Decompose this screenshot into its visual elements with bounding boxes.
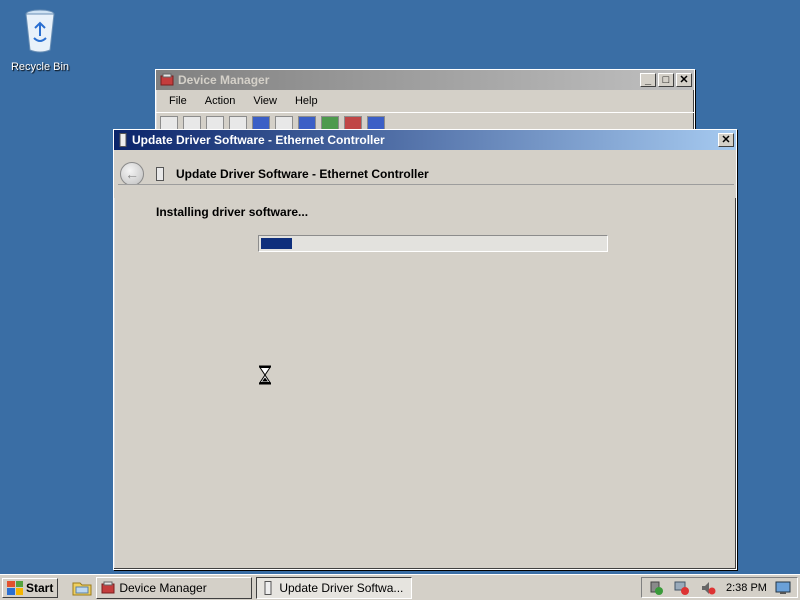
monitor-icon[interactable] — [775, 580, 791, 596]
device-manager-icon — [160, 73, 174, 86]
device-manager-titlebar[interactable]: Device Manager _ □ ✕ — [156, 70, 694, 90]
network-adapter-icon — [264, 580, 272, 595]
wizard-content: Installing driver software... — [118, 184, 734, 567]
device-manager-title: Device Manager — [178, 73, 270, 87]
network-adapter-icon — [119, 133, 127, 147]
network-adapter-icon — [156, 167, 164, 181]
taskbar-item-label: Device Manager — [119, 580, 207, 595]
taskbar-item-label: Update Driver Softwa... — [279, 580, 404, 595]
clock[interactable]: 2:38 PM — [726, 582, 767, 594]
hourglass-cursor-icon — [259, 365, 271, 385]
install-progress-bar — [258, 235, 608, 252]
start-button[interactable]: Start — [2, 577, 59, 598]
maximize-button[interactable]: □ — [658, 73, 674, 87]
menu-bar: File Action View Help — [156, 90, 694, 112]
system-tray: 2:38 PM — [641, 577, 798, 598]
taskbar-item-device-manager[interactable]: Device Manager — [96, 576, 253, 599]
device-manager-icon — [101, 581, 115, 593]
wizard-titlebar[interactable]: Update Driver Software - Ethernet Contro… — [114, 130, 736, 150]
start-label: Start — [26, 580, 54, 595]
close-button[interactable]: ✕ — [718, 133, 734, 147]
taskbar: Start Device Manager Update Driver Softw… — [0, 574, 800, 600]
network-disconnected-icon[interactable] — [674, 580, 690, 596]
status-text: Installing driver software... — [156, 205, 309, 219]
minimize-button[interactable]: _ — [640, 73, 656, 87]
progress-fill — [261, 238, 292, 249]
menu-file[interactable]: File — [160, 95, 196, 107]
desktop-icon-label: Recycle Bin — [10, 61, 70, 73]
back-button[interactable]: ← — [120, 162, 144, 186]
windows-logo-icon — [7, 580, 23, 595]
taskbar-item-update-driver[interactable]: Update Driver Softwa... — [256, 576, 413, 599]
safely-remove-hardware-icon[interactable] — [648, 580, 664, 596]
menu-view[interactable]: View — [244, 95, 286, 107]
back-arrow-icon: ← — [125, 166, 139, 182]
wizard-header-title: Update Driver Software - Ethernet Contro… — [176, 167, 429, 181]
volume-muted-icon[interactable] — [700, 580, 716, 596]
update-driver-dialog[interactable]: Update Driver Software - Ethernet Contro… — [113, 129, 737, 570]
wizard-window-title: Update Driver Software - Ethernet Contro… — [132, 133, 385, 147]
menu-action[interactable]: Action — [196, 95, 245, 107]
recycle-bin-icon — [25, 9, 55, 53]
desktop-icon-recycle-bin[interactable]: Recycle Bin — [8, 6, 72, 73]
menu-help[interactable]: Help — [286, 95, 327, 107]
explorer-quick-launch-icon[interactable] — [72, 579, 92, 597]
close-button[interactable]: ✕ — [676, 73, 692, 87]
